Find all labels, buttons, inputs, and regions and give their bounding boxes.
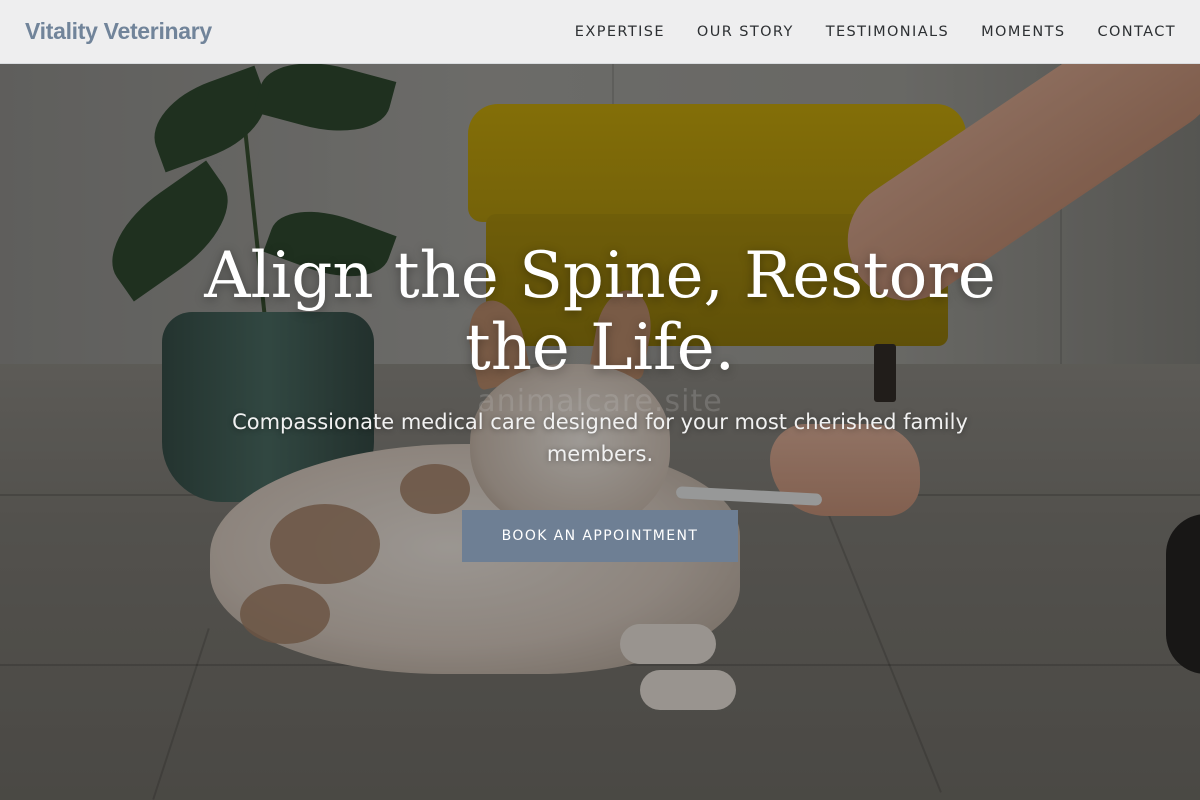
top-navigation-bar: Vitality Veterinary EXPERTISE OUR STORY … xyxy=(0,0,1200,64)
nav-link-our-story[interactable]: OUR STORY xyxy=(697,24,794,40)
nav-link-contact[interactable]: CONTACT xyxy=(1097,24,1176,40)
nav-link-testimonials[interactable]: TESTIMONIALS xyxy=(826,24,949,40)
hero-title: Align the Spine, Restore the Life. xyxy=(204,239,996,385)
nav-link-expertise[interactable]: EXPERTISE xyxy=(575,24,665,40)
hero-content: animalcare.site Align the Spine, Restore… xyxy=(0,64,1200,800)
book-appointment-button[interactable]: BOOK AN APPOINTMENT xyxy=(462,510,738,562)
hero-subtitle: Compassionate medical care designed for … xyxy=(232,410,968,466)
nav-links: EXPERTISE OUR STORY TESTIMONIALS MOMENTS… xyxy=(543,24,1176,40)
hero-section: animalcare.site Align the Spine, Restore… xyxy=(0,64,1200,800)
nav-link-moments[interactable]: MOMENTS xyxy=(981,24,1065,40)
brand-logo-text[interactable]: Vitality Veterinary xyxy=(25,18,212,45)
